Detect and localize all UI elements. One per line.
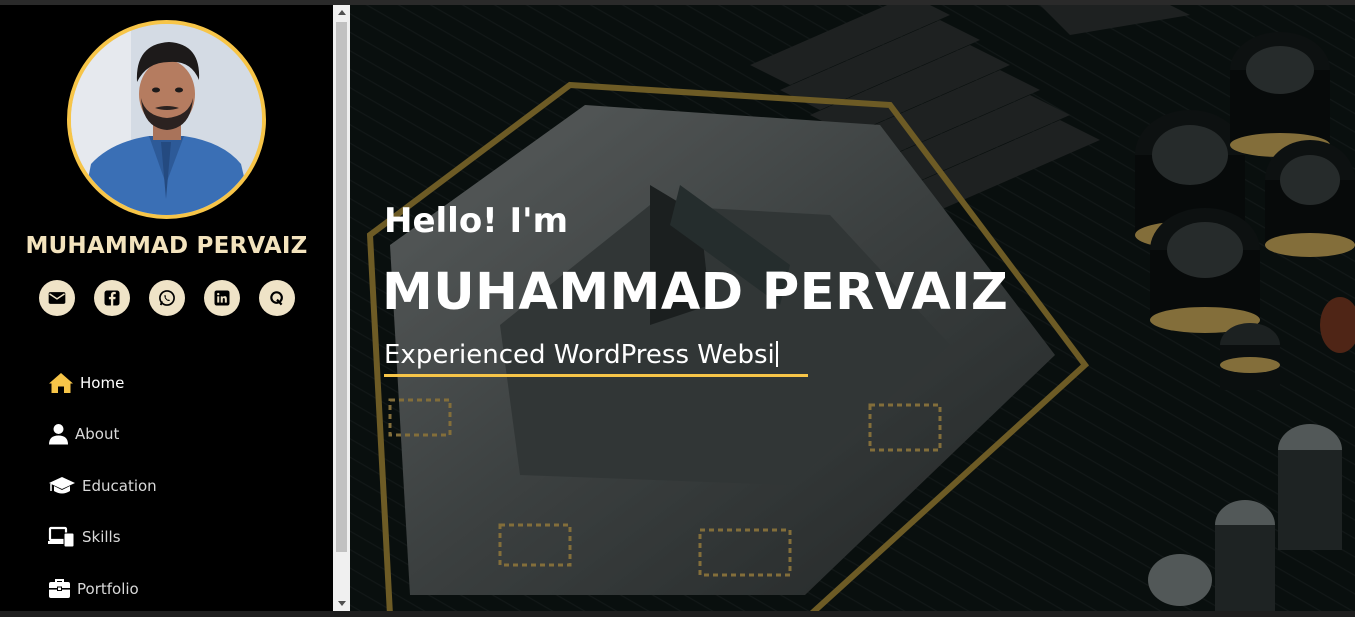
nav-item-education[interactable]: Education <box>48 460 157 512</box>
nav-item-about[interactable]: About <box>48 409 157 461</box>
whatsapp-icon <box>159 290 175 306</box>
sidebar-profile-name: MUHAMMAD PERVAIZ <box>25 233 308 259</box>
sidebar-nav: Home About Education Skills Portfolio <box>48 357 157 611</box>
graduation-cap-icon <box>48 476 76 496</box>
facebook-icon <box>104 290 120 306</box>
window-bottom-strip <box>0 611 1355 617</box>
quora-icon <box>270 291 283 306</box>
nav-item-skills[interactable]: Skills <box>48 512 157 564</box>
hero-name: MUHAMMAD PERVAIZ <box>382 263 1009 322</box>
hero-role-text: Experienced WordPress Websi <box>384 340 775 370</box>
home-icon <box>48 372 74 394</box>
sidebar: MUHAMMAD PERVAIZ Home About Education Sk… <box>0 5 333 611</box>
nav-item-label: About <box>75 425 120 444</box>
scroll-down-arrow[interactable] <box>333 596 350 611</box>
caret-down-icon <box>337 601 346 606</box>
nav-item-label: Education <box>82 476 157 495</box>
typing-cursor <box>775 341 778 367</box>
laptop-icon <box>48 526 76 548</box>
nav-item-label: Portfolio <box>77 579 139 598</box>
nav-item-home[interactable]: Home <box>48 357 157 409</box>
linkedin-icon <box>214 290 230 306</box>
nav-item-label: Home <box>80 373 125 392</box>
hero-section: Hello! I'm MUHAMMAD PERVAIZ Experienced … <box>350 5 1355 611</box>
whatsapp-link[interactable] <box>149 280 185 316</box>
hero-greeting: Hello! I'm <box>384 201 569 241</box>
scroll-up-arrow[interactable] <box>333 5 350 20</box>
profile-photo <box>71 24 262 215</box>
social-links <box>39 280 295 316</box>
user-icon <box>48 423 69 445</box>
caret-up-icon <box>337 10 346 15</box>
nav-item-portfolio[interactable]: Portfolio <box>48 563 157 611</box>
briefcase-icon <box>48 578 71 599</box>
facebook-link[interactable] <box>94 280 130 316</box>
linkedin-link[interactable] <box>204 280 240 316</box>
envelope-icon <box>48 292 66 304</box>
email-link[interactable] <box>39 280 75 316</box>
avatar <box>67 20 266 219</box>
hero-typed-role: Experienced WordPress Websi <box>384 340 808 377</box>
quora-link[interactable] <box>259 280 295 316</box>
sidebar-scrollbar[interactable] <box>333 5 350 611</box>
scroll-thumb[interactable] <box>336 22 347 552</box>
nav-item-label: Skills <box>82 528 121 547</box>
